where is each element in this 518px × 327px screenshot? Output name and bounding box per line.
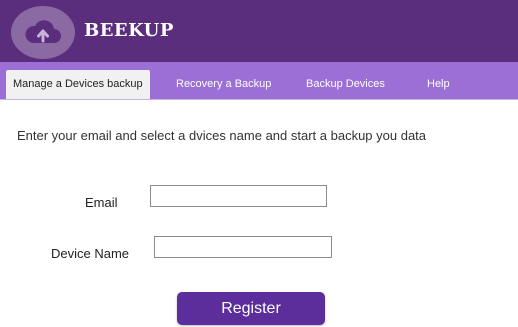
email-field[interactable]	[150, 185, 327, 207]
register-button[interactable]: Register	[177, 292, 325, 325]
device-name-field[interactable]	[154, 236, 332, 258]
tab-recovery-backup[interactable]: Recovery a Backup	[176, 70, 271, 99]
instructions-text: Enter your email and select a dvices nam…	[17, 128, 427, 143]
nav-tabs: Manage a Devices backup Recovery a Backu…	[0, 62, 518, 100]
email-label: Email	[85, 195, 118, 210]
tab-backup-devices[interactable]: Backup Devices	[306, 70, 385, 99]
app-header: BEEKUP	[0, 0, 518, 62]
device-name-label: Device Name	[51, 246, 130, 261]
tab-help[interactable]: Help	[427, 70, 450, 99]
tab-manage-devices-backup[interactable]: Manage a Devices backup	[6, 70, 150, 99]
logo	[11, 6, 75, 59]
brand-name: BEEKUP	[84, 20, 174, 41]
cloud-upload-icon	[25, 20, 61, 43]
